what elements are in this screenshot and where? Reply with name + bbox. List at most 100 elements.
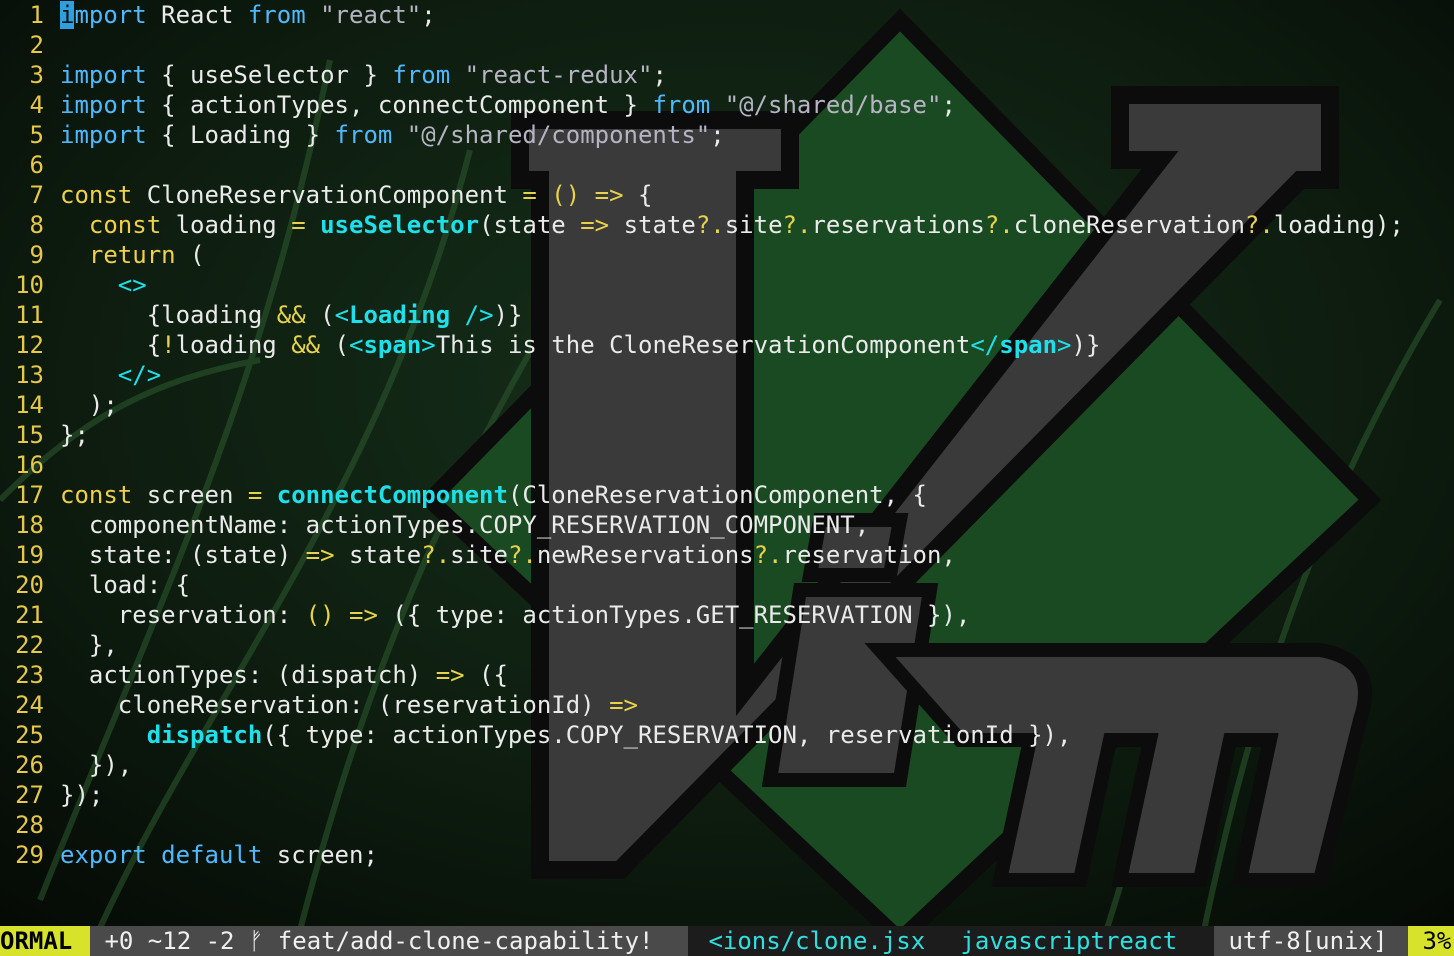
code-line[interactable]: 10 <>	[0, 270, 1454, 300]
code-text[interactable]: export default screen;	[60, 840, 378, 870]
code-token: reservations	[811, 211, 985, 239]
code-text[interactable]: load: {	[60, 570, 190, 600]
code-token: =>	[305, 541, 335, 569]
mode-indicator: ORMAL	[0, 926, 90, 956]
code-line[interactable]: 12 {!loading && (<span>This is the Clone…	[0, 330, 1454, 360]
code-text[interactable]: </>	[60, 360, 161, 390]
code-line[interactable]: 26 }),	[0, 750, 1454, 780]
code-line[interactable]: 8 const loading = useSelector(state => s…	[0, 210, 1454, 240]
line-number: 23	[15, 661, 44, 689]
code-token: });	[60, 781, 104, 809]
code-text[interactable]: {loading && (<Loading />)}	[60, 300, 523, 330]
code-token: ;	[710, 121, 725, 149]
code-line[interactable]: 27});	[0, 780, 1454, 810]
code-line[interactable]: 25 dispatch({ type: actionTypes.COPY_RES…	[0, 720, 1454, 750]
line-number: 29	[15, 841, 44, 869]
code-text[interactable]: actionTypes: (dispatch) => ({	[60, 660, 508, 690]
code-text[interactable]: return (	[60, 240, 205, 270]
line-number: 16	[15, 451, 44, 479]
code-text[interactable]: import { actionTypes, connectComponent }…	[60, 90, 956, 120]
code-line[interactable]: 24 cloneReservation: (reservationId) =>	[0, 690, 1454, 720]
code-token: cloneReservation: (reservationId)	[60, 691, 610, 719]
code-text[interactable]: import { Loading } from "@/shared/compon…	[60, 120, 725, 150]
code-line[interactable]: 13 </>	[0, 360, 1454, 390]
line-number: 18	[15, 511, 44, 539]
code-token: Loading	[349, 301, 451, 329]
code-token: "@/shared/components"	[406, 121, 711, 149]
code-token: const	[60, 481, 133, 509]
code-token: actionTypes: (dispatch)	[60, 661, 436, 689]
code-text[interactable]: });	[60, 780, 103, 810]
code-line[interactable]: 29 export default screen;	[0, 840, 1454, 870]
code-token: site	[724, 211, 783, 239]
code-text[interactable]: const loading = useSelector(state => sta…	[60, 210, 1404, 240]
line-number: 22	[15, 631, 44, 659]
code-text[interactable]: cloneReservation: (reservationId) =>	[60, 690, 638, 720]
code-line[interactable]: 7 const CloneReservationComponent = () =>…	[0, 180, 1454, 210]
code-token: ({ type: actionTypes.COPY_RESERVATION, r…	[262, 721, 1072, 749]
line-number: 11	[15, 301, 44, 329]
code-token: useSelector	[320, 211, 480, 239]
code-token: CloneReservationComponent	[132, 181, 523, 209]
code-token: "react"	[320, 1, 422, 29]
code-token: >	[421, 331, 436, 359]
code-token: import	[60, 121, 147, 149]
code-line[interactable]: 3 import { useSelector } from "react-redu…	[0, 60, 1454, 90]
code-line[interactable]: 2	[0, 30, 1454, 60]
code-line[interactable]: 6	[0, 150, 1454, 180]
line-number: 4	[29, 91, 44, 119]
code-token: }),	[60, 751, 133, 779]
code-line[interactable]: 20 load: {	[0, 570, 1454, 600]
code-line[interactable]: 4 import { actionTypes, connectComponent …	[0, 90, 1454, 120]
code-token: (	[175, 241, 205, 269]
code-token: =	[291, 211, 306, 239]
code-line[interactable]: 14 );	[0, 390, 1454, 420]
code-line[interactable]: 9 return (	[0, 240, 1454, 270]
code-token: },	[60, 631, 118, 659]
code-line[interactable]: 23 actionTypes: (dispatch) => ({	[0, 660, 1454, 690]
code-text[interactable]: }),	[60, 750, 132, 780]
code-text[interactable]: const CloneReservationComponent = () => …	[60, 180, 652, 210]
code-token: { actionTypes, connectComponent }	[146, 91, 653, 119]
code-text[interactable]: state: (state) => state?.site?.newReserv…	[60, 540, 956, 570]
code-line[interactable]: 19 state: (state) => state?.site?.newRes…	[0, 540, 1454, 570]
code-line[interactable]: 11 {loading && (<Loading />)}	[0, 300, 1454, 330]
code-text[interactable]: );	[60, 390, 118, 420]
code-line[interactable]: 22 },	[0, 630, 1454, 660]
text-cursor: i	[60, 1, 75, 29]
line-number: 8	[29, 211, 44, 239]
scroll-percent: 3%	[1408, 926, 1454, 956]
code-text[interactable]: import { useSelector } from "react-redux…	[60, 60, 667, 90]
code-token: ?.	[507, 541, 537, 569]
code-token: {	[623, 181, 653, 209]
code-token: <	[349, 331, 364, 359]
code-text[interactable]: componentName: actionTypes.COPY_RESERVAT…	[60, 510, 869, 540]
code-line[interactable]: 28	[0, 810, 1454, 840]
code-text[interactable]: };	[60, 420, 89, 450]
line-number: 21	[15, 601, 44, 629]
code-token: "react-redux"	[464, 61, 653, 89]
code-line[interactable]: 21 reservation: () => ({ type: actionTyp…	[0, 600, 1454, 630]
code-line[interactable]: 16	[0, 450, 1454, 480]
code-line[interactable]: 17 const screen = connectComponent(CloneR…	[0, 480, 1454, 510]
code-line[interactable]: 1 import React from "react";	[0, 0, 1454, 30]
code-text[interactable]: reservation: () => ({ type: actionTypes.…	[60, 600, 971, 630]
code-token: </	[970, 331, 1000, 359]
code-text[interactable]: dispatch({ type: actionTypes.COPY_RESERV…	[60, 720, 1072, 750]
code-token: =>	[609, 691, 638, 719]
code-text[interactable]: const screen = connectComponent(CloneRes…	[60, 480, 927, 510]
code-token: ;	[941, 91, 956, 119]
code-line[interactable]: 15};	[0, 420, 1454, 450]
code-text[interactable]: import React from "react";	[60, 0, 436, 30]
line-number: 24	[15, 691, 44, 719]
code-line[interactable]: 5 import { Loading } from "@/shared/compo…	[0, 120, 1454, 150]
code-token: );	[60, 391, 118, 419]
code-text[interactable]: {!loading && (<span>This is the CloneRes…	[60, 330, 1101, 360]
code-text[interactable]: <>	[60, 270, 147, 300]
code-text[interactable]: },	[60, 630, 118, 660]
editor-buffer[interactable]: 1 import React from "react"; 2 3 import { us…	[0, 0, 1454, 926]
code-line[interactable]: 18 componentName: actionTypes.COPY_RESER…	[0, 510, 1454, 540]
